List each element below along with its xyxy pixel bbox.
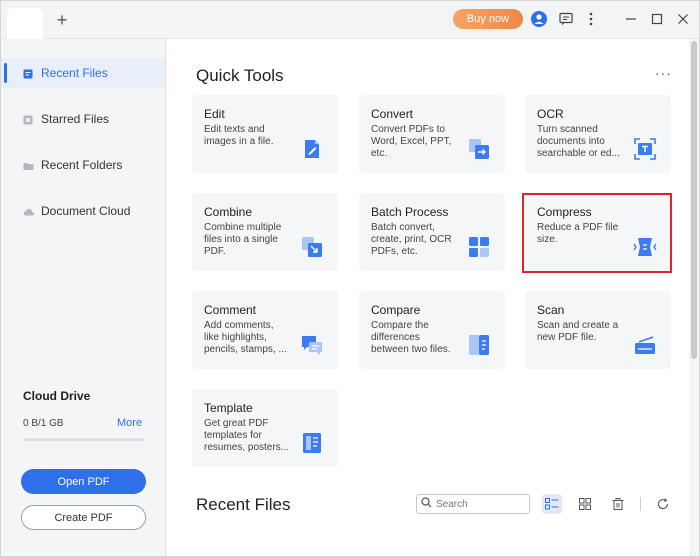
search-box[interactable]: [416, 494, 530, 514]
template-icon: [300, 431, 324, 455]
tool-card-combine[interactable]: Combine Combine multiple files into a si…: [192, 193, 338, 271]
cloud-drive-title: Cloud Drive: [23, 389, 91, 403]
buy-now-button[interactable]: Buy now: [453, 9, 523, 29]
tool-description: Scan and create a new PDF file.: [537, 320, 619, 343]
tool-description: Compare the differences between two file…: [371, 320, 451, 355]
list-view-icon[interactable]: [542, 494, 562, 514]
tool-description: Turn scanned documents into searchable o…: [537, 124, 620, 159]
refresh-icon[interactable]: [653, 494, 673, 514]
convert-icon: [467, 137, 491, 161]
sidebar-item-label: Recent Folders: [41, 158, 123, 172]
maximize-icon[interactable]: [648, 10, 666, 28]
tool-card-scan[interactable]: Scan Scan and create a new PDF file.: [525, 291, 671, 369]
add-tab-button[interactable]: +: [53, 11, 71, 29]
sidebar-item-starred-files[interactable]: Starred Files: [1, 104, 165, 134]
sidebar-item-label: Document Cloud: [41, 204, 131, 218]
grid-view-icon[interactable]: [575, 494, 595, 514]
more-options-icon[interactable]: ···: [655, 65, 672, 81]
sidebar-item-label: Starred Files: [41, 112, 110, 126]
tool-title: OCR: [537, 107, 564, 121]
create-pdf-button[interactable]: Create PDF: [21, 505, 146, 530]
sidebar-item-document-cloud[interactable]: Document Cloud: [1, 196, 165, 226]
sidebar: Recent Files Starred Files Recent Folder…: [1, 39, 166, 556]
batch-process-icon: [467, 235, 491, 259]
edit-icon: [300, 137, 324, 161]
tool-description: Get great PDF templates for resumes, pos…: [204, 418, 290, 453]
title-bar: + Buy now: [1, 1, 699, 39]
tool-description: Batch convert, create, print, OCR PDFs, …: [371, 222, 452, 257]
star-icon: [23, 114, 33, 125]
scan-icon: [633, 333, 657, 357]
trash-icon[interactable]: [608, 494, 628, 514]
search-input[interactable]: [436, 498, 526, 510]
main-scrollbar[interactable]: [691, 41, 697, 359]
storage-usage-text: 0 B/1 GB: [23, 418, 64, 429]
open-pdf-button[interactable]: Open PDF: [21, 469, 146, 494]
tool-card-batch-process[interactable]: Batch Process Batch convert, create, pri…: [359, 193, 505, 271]
tool-card-convert[interactable]: Convert Convert PDFs to Word, Excel, PPT…: [359, 95, 505, 173]
compress-highlight-box: [522, 193, 672, 273]
compare-icon: [467, 333, 491, 357]
tool-title: Combine: [204, 205, 253, 219]
storage-progress-bar: [23, 438, 145, 441]
quick-tools-title: Quick Tools: [196, 66, 284, 85]
tool-title: Comment: [204, 303, 257, 317]
message-icon[interactable]: [557, 10, 575, 28]
tool-title: Scan: [537, 303, 565, 317]
cloud-more-link[interactable]: More: [117, 417, 142, 429]
tool-card-template[interactable]: Template Get great PDF templates for res…: [192, 389, 338, 467]
tool-description: Add comments, like highlights, pencils, …: [204, 320, 287, 355]
tool-title: Edit: [204, 107, 225, 121]
sidebar-item-label: Recent Files: [41, 66, 108, 80]
recent-files-title: Recent Files: [196, 495, 291, 514]
tool-description: Edit texts and images in a file.: [204, 124, 274, 147]
tool-card-compare[interactable]: Compare Compare the differences between …: [359, 291, 505, 369]
recent-files-icon: [23, 68, 33, 79]
document-tab[interactable]: [7, 8, 43, 39]
tool-title: Template: [204, 401, 253, 415]
folder-icon: [23, 160, 34, 170]
tool-card-edit[interactable]: Edit Edit texts and images in a file.: [192, 95, 338, 173]
tool-description: Convert PDFs to Word, Excel, PPT, etc.: [371, 124, 452, 159]
tool-title: Compare: [371, 303, 421, 317]
app-window: + Buy now Recent Files Starred Files Rec…: [0, 0, 700, 557]
toolbar-divider: [640, 497, 641, 511]
sidebar-item-recent-folders[interactable]: Recent Folders: [1, 150, 165, 180]
tool-card-ocr[interactable]: OCR Turn scanned documents into searchab…: [525, 95, 671, 173]
minimize-icon[interactable]: [622, 10, 640, 28]
main-content: Quick Tools ··· Edit Edit texts and imag…: [167, 39, 689, 556]
comment-icon: [300, 333, 324, 357]
tool-title: Batch Process: [371, 205, 449, 219]
combine-icon: [300, 235, 324, 259]
cloud-icon: [23, 206, 35, 216]
close-icon[interactable]: [674, 10, 692, 28]
tool-title: Convert: [371, 107, 414, 121]
ocr-icon: [633, 137, 657, 161]
more-vertical-icon[interactable]: [582, 10, 600, 28]
tool-description: Combine multiple files into a single PDF…: [204, 222, 282, 257]
search-icon: [421, 495, 432, 513]
account-icon[interactable]: [530, 10, 548, 28]
sidebar-item-recent-files[interactable]: Recent Files: [1, 58, 165, 88]
tool-card-comment[interactable]: Comment Add comments, like highlights, p…: [192, 291, 338, 369]
